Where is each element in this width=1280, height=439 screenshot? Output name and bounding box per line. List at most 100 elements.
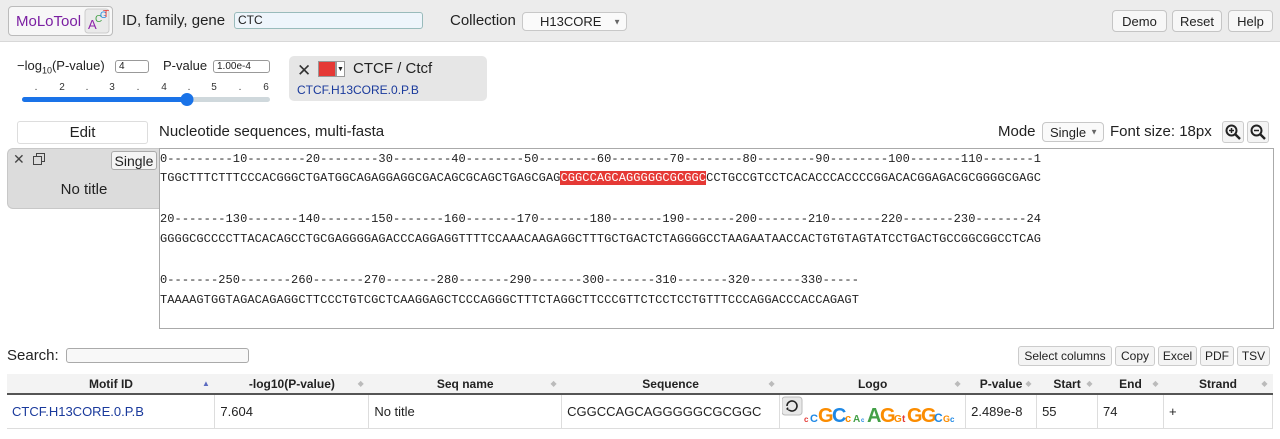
zoom-in-button[interactable] [1222,121,1244,143]
log-pvalue-input[interactable]: 4 [115,60,149,73]
sort-icon: ◆ [1152,379,1159,388]
slider-ticks: . 2 . 3 . 4 . 5 . 6 [22,82,277,94]
slider-tick: 3 [109,82,115,93]
pdf-button[interactable]: PDF [1200,346,1234,366]
column-header-strand[interactable]: Strand ◆ [1163,374,1273,395]
slider-tick: . [85,82,89,93]
cell-log-pvalue: 7.604 [214,394,370,429]
position-ruler: 0-------250-------260-------270-------28… [160,273,859,287]
slider-tick: . [34,82,38,93]
column-label: Seq name [436,376,494,391]
gene-search-label: ID, family, gene [122,12,226,29]
collection-value: H13CORE [540,14,602,29]
position-ruler: 20-------130-------140-------150-------1… [160,212,1042,226]
edit-button[interactable]: Edit [17,121,148,144]
cell-sequence: CGGCCAGCAGGGGGCGCGGC [561,394,781,429]
pvalue-slider[interactable] [22,93,270,106]
svg-text:G: G [894,414,902,425]
sequence-line: GGGGCGCCCCTTACACAGCCTGCGAGGGGAGACCCAGGAG… [160,232,1042,246]
zoom-out-button[interactable] [1247,121,1269,143]
column-header-start[interactable]: Start ◆ [1036,374,1098,395]
cell-motif-id[interactable]: CTCF.H13CORE.0.P.B [7,394,216,429]
column-header-end[interactable]: End ◆ [1097,374,1164,395]
column-label: Motif ID [88,376,133,391]
svg-text:c: c [804,415,809,424]
sequence-viewer: 0---------10--------20--------30--------… [159,148,1274,329]
collection-label: Collection [450,12,516,29]
column-header-pvalue[interactable]: P-value ◆ [965,374,1037,395]
cell-end: 74 [1097,394,1164,429]
copy-button[interactable]: Copy [1115,346,1155,366]
collection-select[interactable]: H13CORE ▼ [522,12,627,31]
molotool-home-button[interactable]: MoLoTool A C G T [8,6,113,36]
cell-seq-name: No title [368,394,563,429]
column-label: P-value [979,376,1023,391]
motif-color-swatch[interactable] [318,61,336,77]
svg-text:c: c [861,418,865,424]
svg-text:c: c [950,415,955,424]
zoom-in-icon [1225,124,1241,140]
reset-button[interactable]: Reset [1172,10,1222,32]
sort-icon: ◆ [1086,379,1093,388]
mode-value: Single [1050,125,1087,140]
slider-tick: 2 [59,82,65,93]
svg-text:c: c [845,413,851,425]
cell-pvalue: 2.489e-8 [965,394,1038,429]
svg-text:A: A [853,414,860,425]
motif-hit-highlight[interactable]: CGGCCAGCAGGGGGCGCGGC [560,171,707,185]
column-header-log-pvalue[interactable]: -log10(P-value) ◆ [214,374,369,395]
sort-icon: ◆ [1261,379,1268,388]
slider-handle[interactable] [180,93,194,106]
copy-icon[interactable] [33,153,45,165]
cell-strand: + [1163,394,1274,429]
select-columns-button[interactable]: Select columns [1018,346,1112,366]
mode-select[interactable]: Single ▼ [1042,122,1104,142]
sort-ascending-icon: ▲ [202,379,210,388]
tsv-button[interactable]: TSV [1237,346,1270,366]
sort-icon: ◆ [550,379,557,388]
excel-button[interactable]: Excel [1158,346,1197,366]
gene-search-input[interactable]: CTC [234,12,423,29]
demo-button[interactable]: Demo [1112,10,1167,32]
search-input[interactable] [66,348,249,363]
chevron-down-icon[interactable]: ▼ [336,61,345,77]
reverse-complement-icon[interactable] [781,396,803,416]
svg-text:C: C [810,413,818,425]
table-header-row: Motif ID ▲ -log10(P-value) ◆ Seq name ◆ Seq… [7,374,1273,395]
column-header-sequence[interactable]: Sequence ◆ [561,374,780,395]
sort-icon: ◆ [1025,379,1032,388]
brand-name: MoLoTool [16,12,82,30]
single-mode-button[interactable]: Single [111,151,157,170]
sequence-segment: CCTGCCGTCCTCACACCCACCCCGGACACGGAGACGCGGG… [706,171,1042,185]
close-icon[interactable]: ✕ [297,61,311,81]
slider-tick: . [238,82,242,93]
sort-icon: ◆ [768,379,775,388]
help-button[interactable]: Help [1228,10,1273,32]
sequence-line: TGGCTTTCTTTCCCACGGGCTGATGGCAGAGGAGGCGACA… [160,170,1041,186]
table-row[interactable]: CTCF.H13CORE.0.P.B 7.604 No title CGGCCA… [7,394,1274,429]
log-label-suffix: (P-value) [51,58,105,73]
molotool-logo-icon: A C G T [84,8,110,34]
sort-icon: ◆ [357,379,364,388]
zoom-out-icon [1250,124,1266,140]
svg-text:G: G [943,414,950,424]
chevron-down-icon: ▼ [1090,127,1098,137]
column-label: Start [1053,376,1081,391]
log-label-subscript: 10 [41,65,52,76]
slider-tick: . [187,82,191,93]
mode-label: Mode [998,123,1036,140]
column-header-motif-id[interactable]: Motif ID ▲ [7,374,215,395]
slider-tick: 6 [263,82,269,93]
column-header-logo[interactable]: Logo ◆ [779,374,966,395]
column-label: -log10(P-value) [248,376,335,391]
sequence-format-label: Nucleotide sequences, multi-fasta [159,123,385,140]
sequence-segment: TGGCTTTCTTTCCCACGGGCTGATGGCAGAGGAGGCGACA… [160,171,561,185]
pvalue-input[interactable]: 1.00e-4 [213,60,270,73]
slider-tick: 4 [161,82,167,93]
close-icon[interactable]: ✕ [13,151,25,168]
position-ruler: 0---------10--------20--------30--------… [160,152,1042,166]
search-label: Search: [7,347,59,364]
motif-id-link[interactable]: CTCF.H13CORE.0.P.B [297,83,419,97]
column-header-seq-name[interactable]: Seq name ◆ [368,374,562,395]
sequence-title: No title [60,181,108,198]
